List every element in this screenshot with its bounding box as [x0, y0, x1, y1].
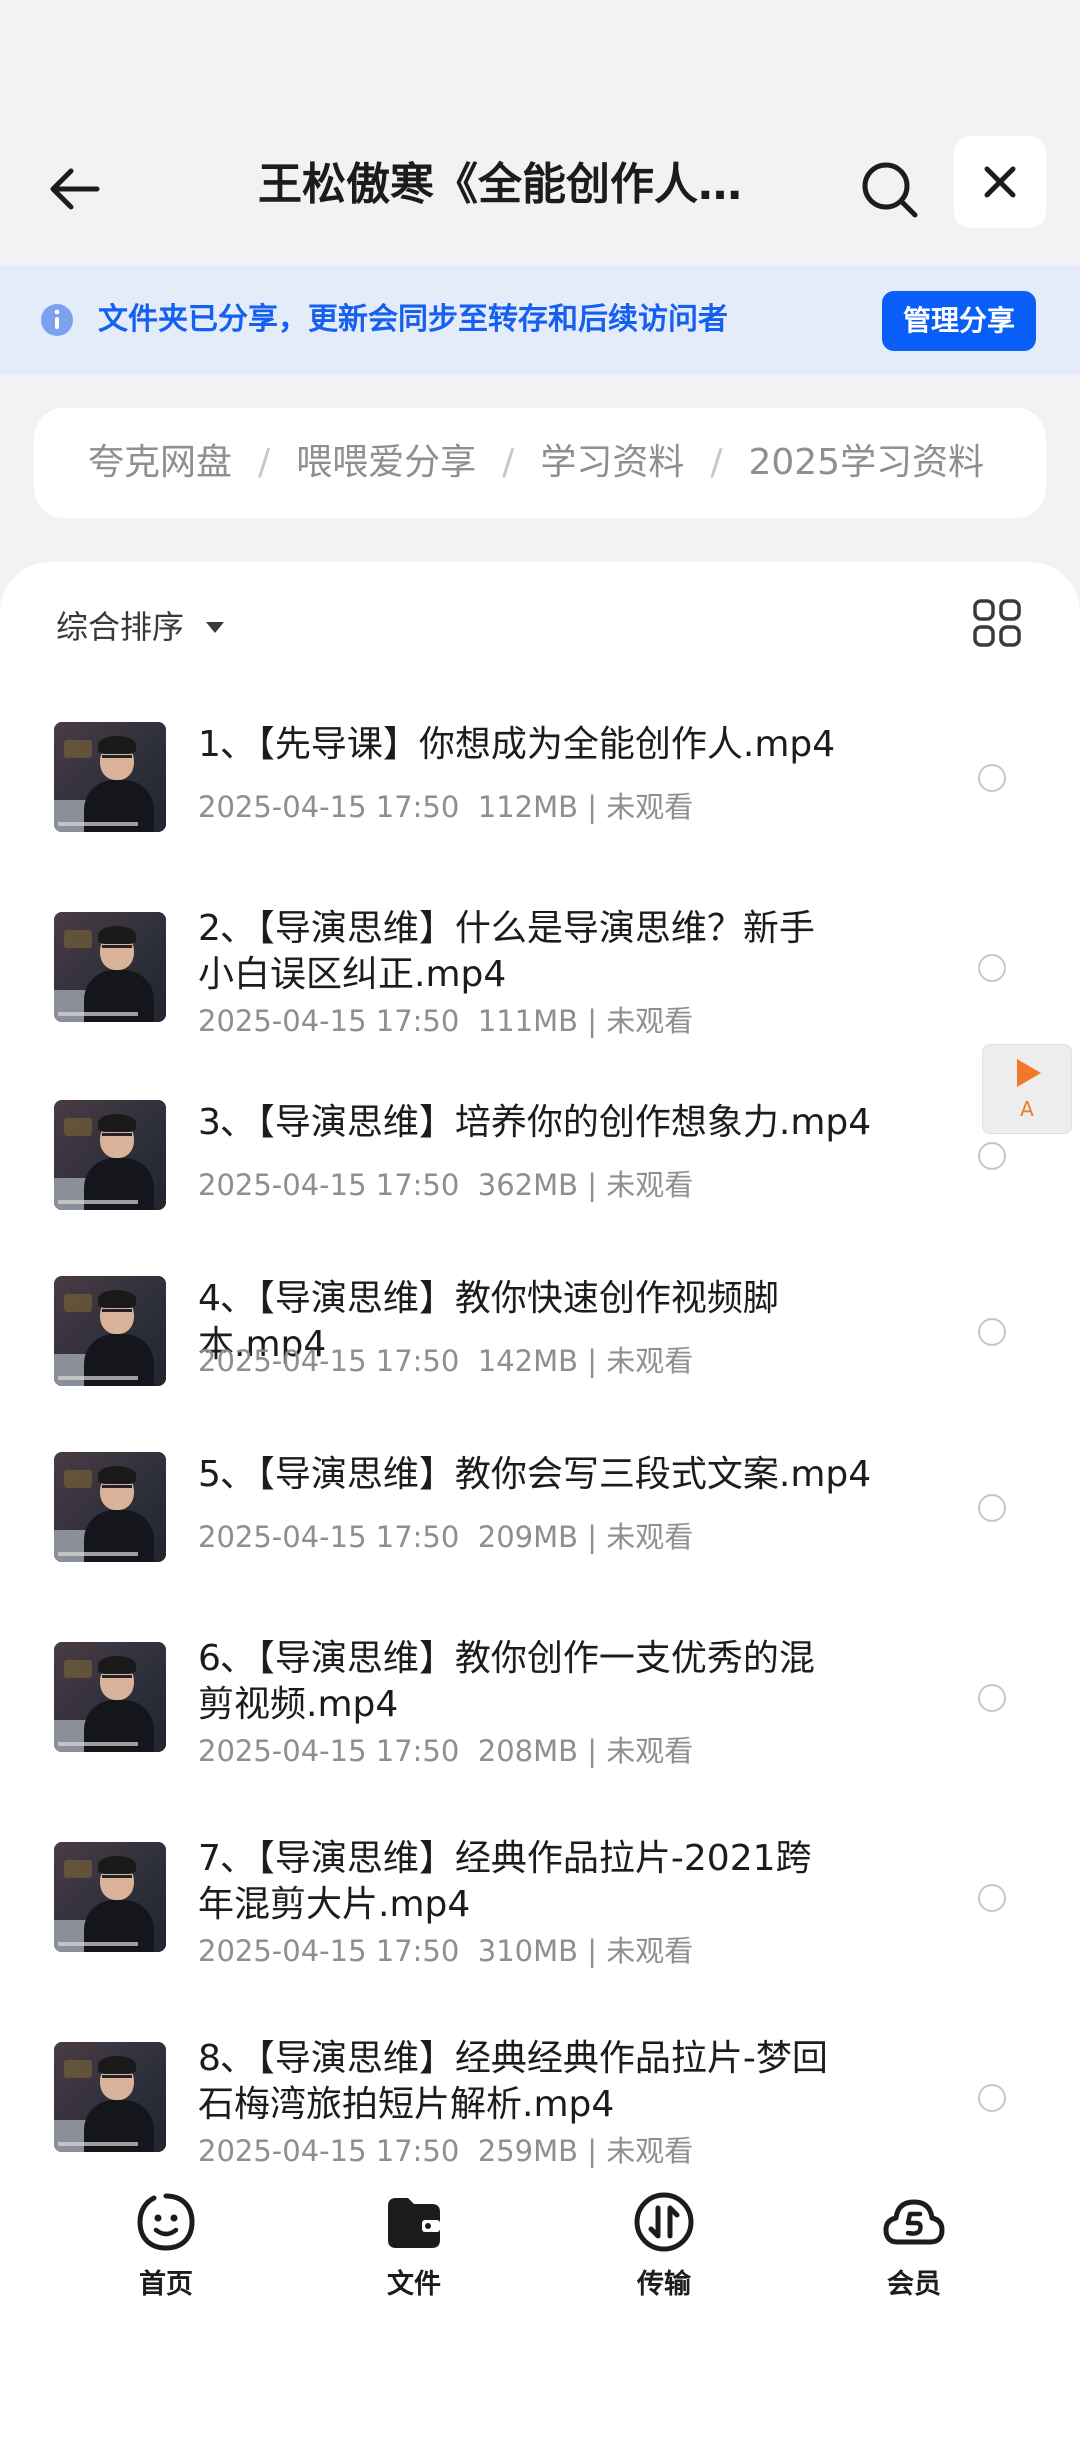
home-indicator-area: [0, 2310, 1080, 2460]
select-radio[interactable]: [978, 1142, 1006, 1170]
file-date: 2025-04-15 17:50: [198, 1004, 460, 1038]
watch-status: 未观看: [606, 2134, 694, 2168]
caret-down-icon: [206, 621, 225, 633]
breadcrumb-separator: /: [258, 442, 271, 483]
top-bar: 王松傲寒《全能创作人…: [0, 120, 1080, 248]
video-thumbnail: [54, 1642, 166, 1752]
file-meta: 2025-04-15 17:50 111MB | 未观看: [198, 1004, 694, 1038]
breadcrumb-separator: /: [502, 442, 515, 483]
file-name: 8､【导演思维】经典经典作品拉片-梦回石梅湾旅拍短片解析.mp4: [198, 2038, 828, 2125]
video-thumbnail: [54, 2042, 166, 2152]
file-name: 3､【导演思维】培养你的创作想象力.mp4: [198, 1102, 872, 1143]
breadcrumb-separator: /: [710, 442, 723, 483]
file-size: 208MB: [477, 1734, 579, 1768]
info-icon: [41, 304, 73, 336]
tab-label: 传输: [637, 2269, 691, 2300]
file-date: 2025-04-15 17:50: [198, 1168, 460, 1202]
arrow-left-icon: [50, 168, 100, 210]
search-button[interactable]: [850, 150, 930, 230]
video-thumbnail: [54, 1276, 166, 1386]
watch-status: 未观看: [606, 1934, 694, 1968]
video-thumbnail: [54, 912, 166, 1022]
watch-status: 未观看: [606, 1734, 694, 1768]
search-icon: [862, 162, 918, 218]
floating-letter: A: [1020, 1097, 1034, 1121]
select-radio[interactable]: [978, 1318, 1006, 1346]
tab-home[interactable]: 首页: [86, 2190, 246, 2310]
watch-status: 未观看: [606, 1168, 694, 1202]
file-date: 2025-04-15 17:50: [198, 1344, 460, 1378]
video-thumbnail: [54, 1842, 166, 1952]
tab-label: 会员: [887, 2269, 941, 2300]
transfer-icon: [634, 2192, 694, 2252]
tab-files[interactable]: 文件: [334, 2190, 494, 2310]
back-button[interactable]: [40, 154, 110, 224]
file-date: 2025-04-15 17:50: [198, 1934, 460, 1968]
video-thumbnail: [54, 1100, 166, 1210]
manage-share-button[interactable]: 管理分享: [882, 291, 1036, 351]
select-radio[interactable]: [978, 2084, 1006, 2112]
close-icon: [984, 166, 1016, 198]
file-name: 2､【导演思维】什么是导演思维？新手小白误区纠正.mp4: [198, 908, 815, 995]
floating-play-button[interactable]: A: [982, 1044, 1072, 1134]
tab-vip[interactable]: 会员: [834, 2190, 994, 2310]
video-thumbnail: [54, 722, 166, 832]
tab-transfer[interactable]: 传输: [584, 2190, 744, 2310]
file-name: 6､【导演思维】教你创作一支优秀的混剪视频.mp4: [198, 1638, 815, 1725]
breadcrumb: 夸克网盘 / 喂喂爱分享 / 学习资料 / 2025学习资料: [34, 408, 1046, 518]
select-radio[interactable]: [978, 954, 1006, 982]
tab-label: 首页: [139, 2269, 193, 2300]
sort-label: 综合排序: [56, 608, 185, 646]
file-meta: 2025-04-15 17:50 259MB | 未观看: [198, 2134, 694, 2168]
watch-status: 未观看: [606, 1344, 694, 1378]
share-notice-bar: 文件夹已分享，更新会同步至转存和后续访问者 管理分享: [0, 265, 1080, 375]
breadcrumb-item[interactable]: 喂喂爱分享: [296, 442, 476, 483]
select-radio[interactable]: [978, 1684, 1006, 1712]
breadcrumb-item[interactable]: 2025学习资料: [748, 442, 984, 483]
watch-status: 未观看: [606, 1004, 694, 1038]
play-icon: [1017, 1059, 1041, 1087]
select-radio[interactable]: [978, 1884, 1006, 1912]
file-date: 2025-04-15 17:50: [198, 1734, 460, 1768]
file-list-panel: 综合排序 1､【先导课】你想成为全能创作人.mp4 2025-04-15 17:…: [0, 562, 1080, 2202]
close-button[interactable]: [954, 136, 1046, 228]
watch-status: 未观看: [606, 1520, 694, 1554]
watch-status: 未观看: [606, 790, 694, 824]
page-title: 王松傲寒《全能创作人…: [258, 159, 742, 210]
share-notice-text: 文件夹已分享，更新会同步至转存和后续访问者: [98, 302, 728, 337]
file-meta: 2025-04-15 17:50 310MB | 未观看: [198, 1934, 694, 1968]
video-thumbnail: [54, 1452, 166, 1562]
breadcrumb-item[interactable]: 学习资料: [540, 442, 684, 483]
smile-face-icon: [137, 2193, 195, 2251]
folder-icon: [388, 2198, 440, 2248]
file-meta: 2025-04-15 17:50 209MB | 未观看: [198, 1520, 694, 1554]
file-size: 209MB: [477, 1520, 579, 1554]
cloud-vip-icon: [883, 2199, 945, 2245]
file-name: 7､【导演思维】经典作品拉片-2021跨年混剪大片.mp4: [198, 1838, 812, 1925]
file-meta: 2025-04-15 17:50 362MB | 未观看: [198, 1168, 694, 1202]
file-size: 111MB: [477, 1004, 579, 1038]
file-name: 5､【导演思维】教你会写三段式文案.mp4: [198, 1454, 872, 1495]
bottom-tab-bar: 首页 文件 传输 会员: [0, 2180, 1080, 2310]
sort-dropdown[interactable]: 综合排序: [56, 602, 225, 652]
breadcrumb-item[interactable]: 夸克网盘: [88, 442, 232, 483]
file-meta: 2025-04-15 17:50 208MB | 未观看: [198, 1734, 694, 1768]
file-size: 112MB: [477, 790, 579, 824]
file-size: 362MB: [477, 1168, 579, 1202]
file-size: 142MB: [477, 1344, 579, 1378]
file-size: 310MB: [477, 1934, 579, 1968]
file-size: 259MB: [477, 2134, 579, 2168]
file-meta: 2025-04-15 17:50 142MB | 未观看: [198, 1344, 694, 1378]
tab-label: 文件: [387, 2269, 441, 2300]
select-radio[interactable]: [978, 1494, 1006, 1522]
file-date: 2025-04-15 17:50: [198, 1520, 460, 1554]
grid-view-icon[interactable]: [972, 598, 1022, 648]
file-name: 1､【先导课】你想成为全能创作人.mp4: [198, 724, 836, 765]
file-date: 2025-04-15 17:50: [198, 790, 460, 824]
select-radio[interactable]: [978, 764, 1006, 792]
file-meta: 2025-04-15 17:50 112MB | 未观看: [198, 790, 694, 824]
file-date: 2025-04-15 17:50: [198, 2134, 460, 2168]
